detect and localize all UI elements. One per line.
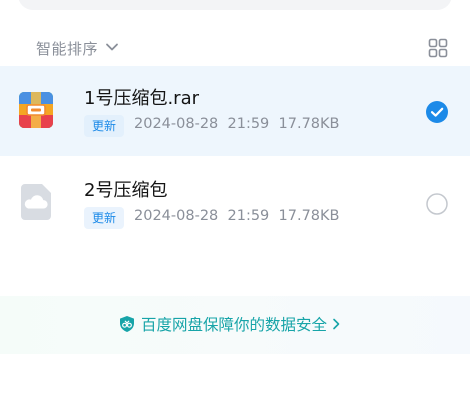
- update-badge: 更新: [84, 207, 124, 229]
- file-date: 2024-08-28: [134, 208, 219, 224]
- file-row[interactable]: 2号压缩包 更新 2024-08-28 21:59 17.78KB: [0, 158, 470, 248]
- update-badge: 更新: [84, 115, 124, 137]
- search-bar[interactable]: [18, 0, 452, 10]
- data-security-link[interactable]: 百度网盘保障你的数据安全: [118, 312, 342, 336]
- file-date: 2024-08-28: [134, 116, 219, 132]
- shield-icon: [120, 316, 134, 332]
- file-name: 2号压缩包: [84, 180, 168, 201]
- file-size: 17.78KB: [278, 208, 340, 224]
- file-name: 1号压缩包.rar: [84, 88, 200, 109]
- grid-view-icon[interactable]: [428, 38, 448, 58]
- sort-label[interactable]: 智能排序: [36, 38, 98, 59]
- chevron-down-icon[interactable]: [104, 39, 120, 55]
- file-row[interactable]: 1号压缩包.rar 更新 2024-08-28 21:59 17.78KB: [0, 66, 470, 156]
- file-meta: 2024-08-28 21:59 17.78KB: [134, 208, 339, 224]
- file-time: 21:59: [227, 208, 270, 224]
- file-time: 21:59: [227, 116, 270, 132]
- file-size: 17.78KB: [278, 116, 340, 132]
- file-meta: 2024-08-28 21:59 17.78KB: [134, 116, 339, 132]
- rar-archive-icon: [19, 92, 53, 128]
- file-list-screen: 智能排序 1号压缩包.rar 更新 2024-08-28 21:59 17.78…: [0, 0, 470, 405]
- chevron-right-icon: [333, 318, 340, 330]
- data-security-banner[interactable]: 百度网盘保障你的数据安全: [0, 296, 470, 354]
- checkmark-selected-icon[interactable]: [426, 101, 448, 123]
- unchecked-circle-icon[interactable]: [426, 193, 448, 215]
- cloud-file-icon: [21, 184, 51, 220]
- sort-bar: 智能排序: [0, 30, 470, 64]
- security-text: 百度网盘保障你的数据安全: [141, 316, 328, 334]
